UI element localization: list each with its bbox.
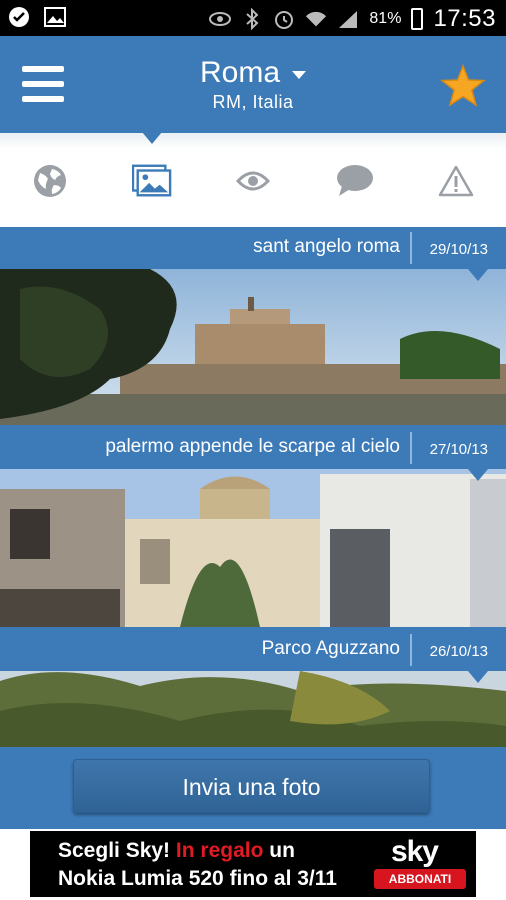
separator bbox=[410, 432, 412, 464]
photo-date: 29/10/13 bbox=[429, 241, 488, 258]
photo-date: 27/10/13 bbox=[429, 441, 488, 458]
tab-alerts[interactable] bbox=[436, 161, 476, 201]
battery-icon bbox=[411, 8, 424, 30]
ad-highlight: In regalo bbox=[175, 839, 264, 862]
check-notification-icon bbox=[8, 6, 30, 28]
photo-thumbnail[interactable] bbox=[0, 671, 506, 747]
ad-banner[interactable]: Scegli Sky! In regalo un Nokia Lumia 520… bbox=[30, 831, 476, 897]
ad-cta-button[interactable]: ABBONATI bbox=[374, 869, 466, 889]
tab-globe[interactable] bbox=[30, 161, 70, 201]
signal-icon bbox=[337, 8, 359, 30]
separator bbox=[410, 634, 412, 666]
ad-line-2: Nokia Lumia 520 fino al 3/11 bbox=[58, 867, 337, 890]
footer-bar: Invia una foto bbox=[0, 747, 506, 829]
tab-photos[interactable] bbox=[131, 161, 172, 201]
photo-title: palermo appende le scarpe al cielo bbox=[105, 436, 400, 457]
tab-comments[interactable] bbox=[335, 161, 375, 201]
list-item[interactable]: Parco Aguzzano 26/10/13 bbox=[0, 629, 506, 747]
photo-title: sant angelo roma bbox=[253, 236, 400, 257]
region-label: RM, Italia bbox=[212, 92, 294, 112]
tab-bar bbox=[0, 150, 506, 212]
ad-text: un bbox=[269, 839, 295, 862]
ad-text: Scegli Sky! bbox=[58, 839, 171, 862]
list-item[interactable]: palermo appende le scarpe al cielo 27/10… bbox=[0, 427, 506, 627]
photo-title: Parco Aguzzano bbox=[261, 638, 400, 659]
photo-thumbnail[interactable] bbox=[0, 469, 506, 627]
app-bar-shadow bbox=[0, 133, 506, 149]
photo-list[interactable]: sant angelo roma 29/10/13 palermo append… bbox=[0, 227, 506, 747]
battery-percent: 81% bbox=[369, 10, 402, 27]
globe-icon bbox=[34, 165, 66, 197]
ad-line-1: Scegli Sky! In regalo un bbox=[58, 839, 295, 863]
wifi-icon bbox=[305, 8, 327, 30]
photos-icon bbox=[131, 164, 171, 197]
warning-icon bbox=[438, 165, 474, 197]
dropdown-caret-icon bbox=[292, 71, 307, 79]
favorite-star-icon[interactable] bbox=[439, 63, 487, 108]
photo-thumbnail[interactable] bbox=[0, 269, 506, 425]
eye-icon bbox=[236, 171, 270, 191]
list-item-header: palermo appende le scarpe al cielo 27/10… bbox=[0, 427, 506, 481]
tab-eye[interactable] bbox=[233, 161, 273, 201]
image-notification-icon bbox=[44, 6, 66, 28]
alarm-icon bbox=[273, 8, 295, 30]
location-selector[interactable]: Roma RM, Italia bbox=[0, 56, 506, 113]
active-tab-indicator bbox=[142, 132, 162, 144]
pointer bbox=[468, 671, 488, 683]
comment-icon bbox=[336, 165, 373, 196]
list-item-header: Parco Aguzzano 26/10/13 bbox=[0, 629, 506, 683]
eye-status-icon bbox=[209, 8, 232, 30]
sky-logo: sky bbox=[390, 835, 439, 868]
pointer bbox=[468, 469, 488, 481]
pointer bbox=[468, 269, 488, 281]
list-item-header: sant angelo roma 29/10/13 bbox=[0, 227, 506, 281]
clock: 17:53 bbox=[433, 5, 496, 32]
city-name: Roma bbox=[199, 56, 281, 89]
list-item[interactable]: sant angelo roma 29/10/13 bbox=[0, 227, 506, 425]
bluetooth-icon bbox=[241, 8, 263, 30]
send-photo-button[interactable]: Invia una foto bbox=[73, 759, 430, 813]
photo-date: 26/10/13 bbox=[429, 643, 488, 660]
separator bbox=[410, 232, 412, 264]
app-bar: Roma RM, Italia bbox=[0, 36, 506, 133]
status-bar: 81% 17:53 bbox=[0, 0, 506, 36]
